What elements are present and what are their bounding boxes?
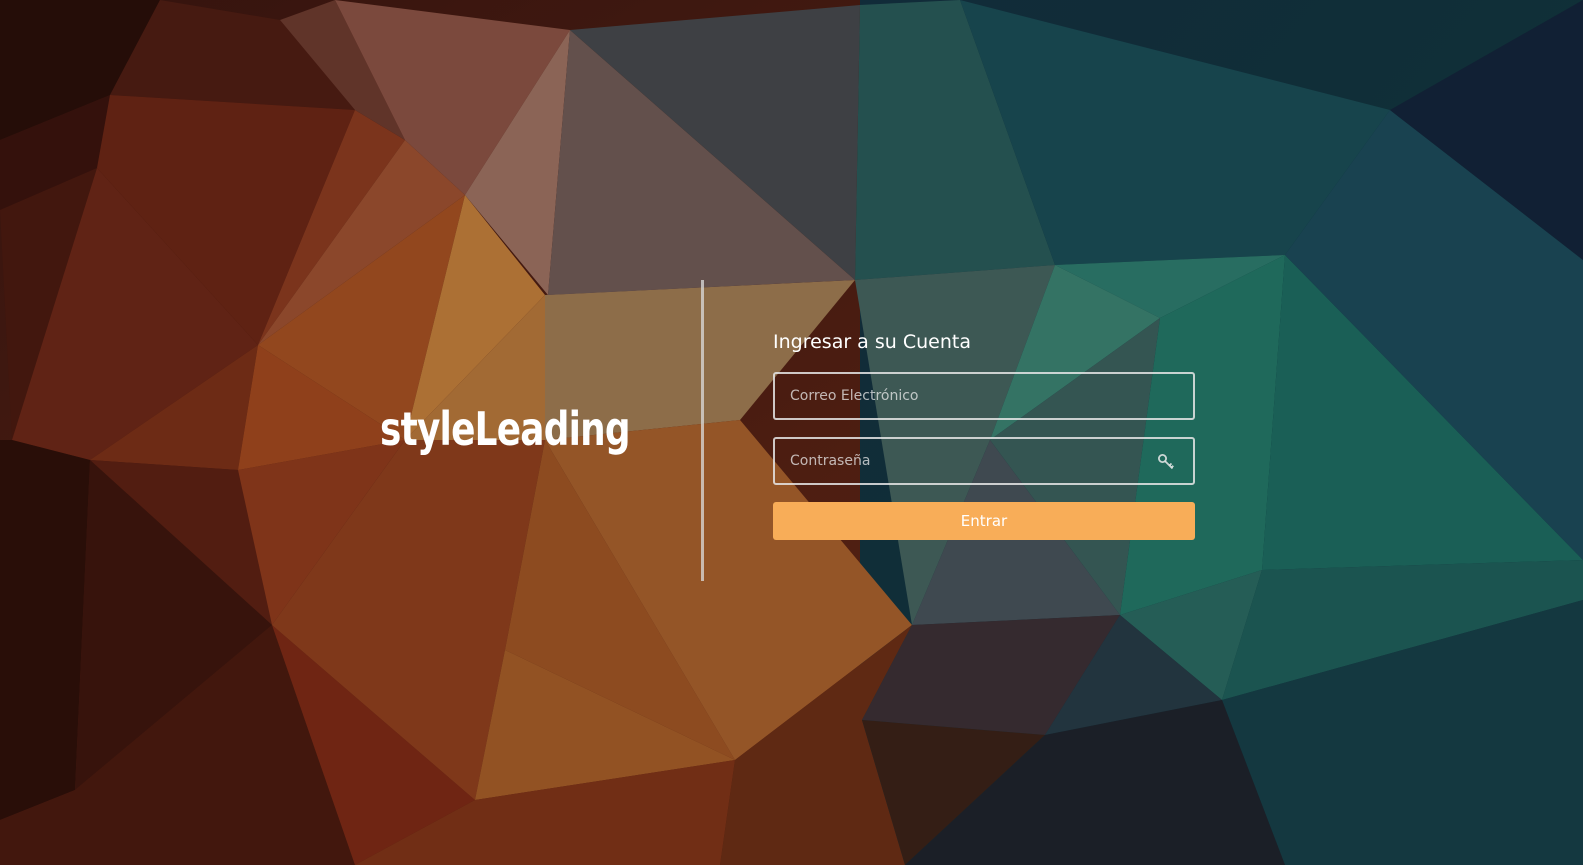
brand-logo: styleLeading (380, 402, 631, 456)
login-page: styleLeading Ingresar a su Cuenta Entrar (0, 0, 1583, 865)
submit-button[interactable]: Entrar (773, 502, 1195, 540)
password-field-container (773, 437, 1195, 485)
key-icon (1158, 454, 1174, 470)
email-field-container (773, 372, 1195, 420)
background-overlay (0, 0, 1583, 865)
login-title: Ingresar a su Cuenta (773, 331, 971, 353)
vertical-divider (701, 280, 704, 581)
password-field[interactable] (775, 439, 1193, 483)
email-field[interactable] (775, 374, 1193, 418)
